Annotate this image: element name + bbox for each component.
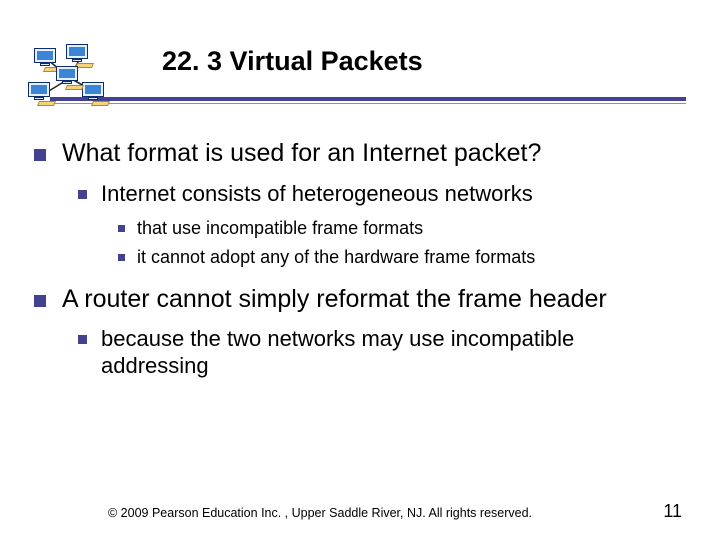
page-number: 11 — [663, 501, 682, 522]
bullet-level2: because the two networks may use incompa… — [78, 326, 668, 380]
bullet-level1: What format is used for an Internet pack… — [34, 138, 668, 268]
bullet-text: A router cannot simply reformat the fram… — [62, 284, 607, 315]
bullet-text: it cannot adopt any of the hardware fram… — [137, 246, 535, 268]
title-rule-primary — [50, 97, 686, 101]
slide: 22. 3 Virtual Packets What format is use… — [0, 0, 720, 540]
square-bullet-icon — [118, 254, 125, 261]
bullet-text: What format is used for an Internet pack… — [62, 138, 541, 169]
square-bullet-icon — [34, 149, 46, 161]
square-bullet-icon — [78, 190, 87, 199]
slide-body: What format is used for an Internet pack… — [0, 138, 720, 380]
square-bullet-icon — [118, 225, 125, 232]
title-rule-secondary — [50, 103, 686, 104]
slide-footer: © 2009 Pearson Education Inc. , Upper Sa… — [0, 501, 720, 522]
bullet-level3: that use incompatible frame formats — [118, 217, 668, 239]
square-bullet-icon — [34, 295, 46, 307]
bullet-text: that use incompatible frame formats — [137, 217, 423, 239]
copyright-text: © 2009 Pearson Education Inc. , Upper Sa… — [108, 506, 532, 520]
slide-title: 22. 3 Virtual Packets — [162, 46, 720, 77]
slide-header: 22. 3 Virtual Packets — [0, 0, 720, 104]
bullet-text: because the two networks may use incompa… — [101, 326, 668, 380]
bullet-level1: A router cannot simply reformat the fram… — [34, 284, 668, 380]
bullet-text: Internet consists of heterogeneous netwo… — [101, 181, 533, 208]
bullet-level2: Internet consists of heterogeneous netwo… — [78, 181, 668, 268]
bullet-level3: it cannot adopt any of the hardware fram… — [118, 246, 668, 268]
network-computers-icon — [18, 44, 118, 116]
square-bullet-icon — [78, 335, 87, 344]
